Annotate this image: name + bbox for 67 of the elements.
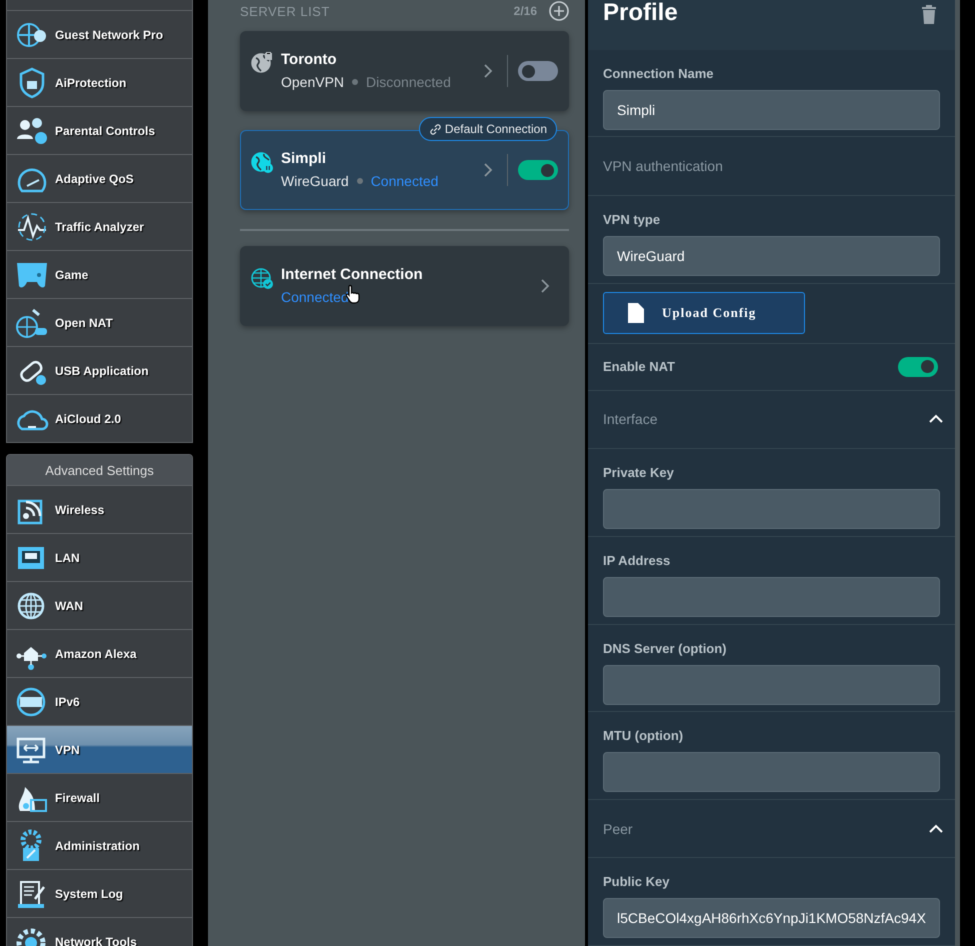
protocol-label: OpenVPN [281,74,344,90]
list-title: SERVER LIST [240,4,331,18]
nat-toggle[interactable] [898,356,938,377]
chevron-up-icon[interactable] [929,824,943,834]
panel-title: Profile [603,0,678,26]
chevron-right-icon[interactable] [483,163,493,177]
chevron-up-icon[interactable] [929,414,943,424]
sidebar-item[interactable]: Administration [7,821,192,869]
field-label: Private Key [603,465,675,480]
input-field[interactable] [603,489,940,530]
field-label: Connection Name [603,66,715,81]
connection-status: Disconnected [366,74,451,90]
globe-lock-icon [251,52,273,74]
protocol-label: WireGuard [281,173,349,189]
sidebar-item[interactable]: Parental Controls [7,106,192,154]
section-title: Interface [603,411,658,428]
sidebar-item[interactable]: Network Tools [7,917,192,946]
sidebar-item[interactable]: Amazon Alexa [7,629,192,677]
sidebar-item[interactable]: AiCloud 2.0 [7,394,192,442]
connection-name: Internet Connection [281,266,424,283]
chevron-right-icon[interactable] [483,64,493,78]
sidebar-item[interactable]: Open NAT [7,298,192,346]
sidebar-item[interactable]: Firewall [7,773,192,821]
input-field[interactable] [603,576,940,617]
globe-pause-icon [251,151,273,173]
section-title: VPN authentication [603,158,723,174]
sidebar-item[interactable]: Guest Network Pro [7,10,192,58]
sidebar-item[interactable]: Adaptive QoS [7,154,192,202]
sidebar-item[interactable]: LAN [7,533,192,581]
input-field[interactable]: l5CBeCOl4xgAH86rhXc6YnpJi1KMO58NzfAc94X [603,898,940,938]
input-field[interactable]: Simpli [603,90,940,130]
sidebar-item[interactable]: AiProtection [7,58,192,106]
input-field[interactable] [603,664,940,705]
toggle-label: Enable NAT [603,359,675,374]
connection-status: Connected [370,173,438,189]
field-label: VPN type [603,212,662,227]
server-card[interactable]: Toronto OpenVPN Disconnected [240,31,569,111]
chevron-right-icon[interactable] [540,279,550,293]
link-icon [428,122,442,136]
field-label: Public Key [603,874,670,890]
upload-config-button[interactable]: Upload Config [603,292,805,334]
file-icon [628,303,644,324]
section-header: Advanced Settings [7,455,192,485]
vpn-toggle[interactable] [518,160,558,180]
server-count: 2/16 [514,4,537,18]
globe-check-icon [251,267,273,289]
server-name: Toronto [281,51,338,68]
connection-status: Connected [281,289,349,305]
input-field[interactable] [603,752,940,792]
default-connection-badge: Default Connection [418,117,557,141]
server-name: Simpli [281,150,328,167]
sidebar-item[interactable]: VPN [7,725,192,773]
field-label: IP Address [603,552,672,568]
trash-icon[interactable] [921,4,937,24]
vpn-toggle[interactable] [518,61,558,81]
section-title: Peer [603,820,633,837]
sidebar-item[interactable]: Game [7,250,192,298]
field-label: DNS Server (option) [603,640,728,656]
sidebar-item[interactable]: USB Application [7,346,192,394]
input-field[interactable]: WireGuard [603,236,940,276]
internet-card[interactable]: Internet Connection Connected [240,246,569,326]
sidebar-item[interactable]: Wireless [7,485,192,533]
field-label: MTU (option) [603,728,684,744]
sidebar-item[interactable]: Traffic Analyzer [7,202,192,250]
add-icon[interactable] [549,1,569,21]
sidebar-item[interactable]: WAN [7,581,192,629]
sidebar-item[interactable]: System Log [7,869,192,917]
